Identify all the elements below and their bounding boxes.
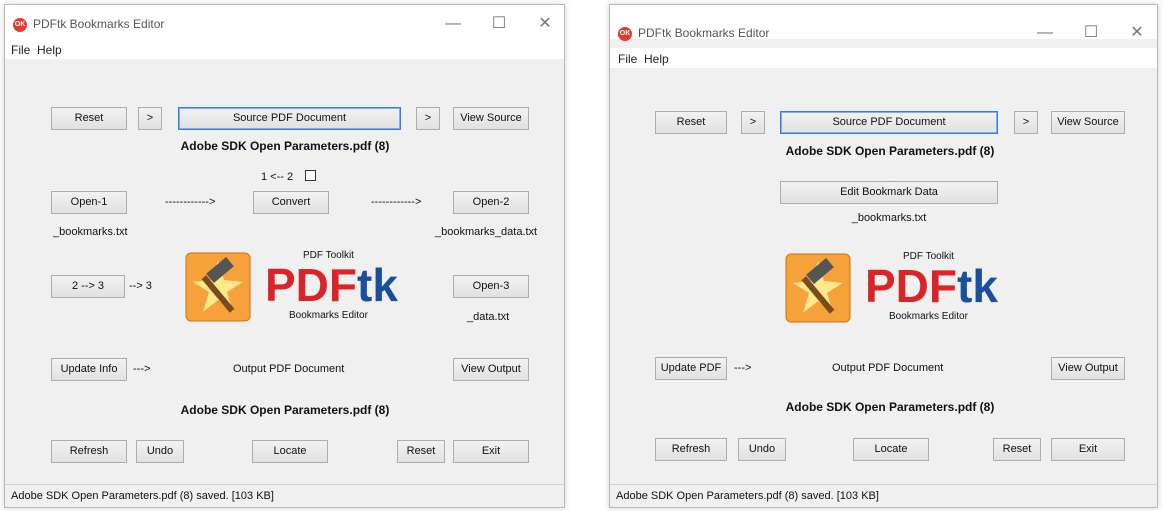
window-title: PDFtk Bookmarks Editor	[33, 17, 165, 31]
view-output-button[interactable]: View Output	[1051, 357, 1125, 380]
edit-bookmark-data-button[interactable]: Edit Bookmark Data	[780, 181, 998, 204]
hammer-logo-icon	[185, 252, 251, 322]
update-arrow: --->	[133, 363, 151, 375]
logo-subtitle: Bookmarks Editor	[289, 310, 368, 321]
update-pdf-button[interactable]: Update PDF	[655, 357, 727, 380]
menu-help[interactable]: Help	[37, 43, 62, 57]
minimize-icon[interactable]: —	[1030, 22, 1060, 44]
view-arrow-button[interactable]: >	[416, 107, 440, 130]
logo-tk-text: tk	[957, 260, 998, 312]
arrow-to-convert: ------------>	[165, 196, 216, 208]
source-filename: Adobe SDK Open Parameters.pdf (8)	[180, 139, 390, 153]
logo-pdf-text: PDF	[865, 260, 957, 312]
menu-bar: File Help	[610, 48, 1157, 68]
title-bar: OK PDFtk Bookmarks Editor — ☐ ✕	[610, 5, 1157, 41]
data-filename: _data.txt	[467, 311, 510, 323]
reset-bottom-button[interactable]: Reset	[993, 438, 1041, 461]
update-arrow: --->	[734, 362, 752, 374]
direction-checkbox[interactable]	[305, 170, 316, 181]
left-window: OK PDFtk Bookmarks Editor — ☐ ✕ File Hel…	[4, 4, 565, 508]
locate-button[interactable]: Locate	[252, 440, 328, 463]
exit-button[interactable]: Exit	[1051, 438, 1125, 461]
refresh-button[interactable]: Refresh	[655, 438, 727, 461]
title-bar: OK PDFtk Bookmarks Editor — ☐ ✕	[5, 5, 564, 39]
logo-tk-text: tk	[357, 259, 398, 311]
pdftk-app-icon: OK	[13, 18, 27, 32]
open-2-button[interactable]: Open-2	[453, 191, 529, 214]
minimize-icon[interactable]: —	[438, 13, 468, 35]
reset-button[interactable]: Reset	[655, 111, 727, 134]
close-icon[interactable]: ✕	[1122, 22, 1152, 44]
source-pdf-button[interactable]: Source PDF Document	[780, 111, 998, 134]
view-source-button[interactable]: View Source	[1051, 111, 1125, 134]
status-text: Adobe SDK Open Parameters.pdf (8) saved.…	[616, 490, 879, 502]
menu-file[interactable]: File	[618, 52, 637, 66]
reset-bottom-button[interactable]: Reset	[397, 440, 445, 463]
to-three-label: --> 3	[129, 280, 152, 292]
logo-wordmark: PDFtk	[265, 262, 398, 308]
source-arrow-button[interactable]: >	[741, 111, 765, 134]
maximize-icon[interactable]: ☐	[1076, 22, 1106, 44]
view-output-button[interactable]: View Output	[453, 358, 529, 381]
undo-button[interactable]: Undo	[738, 438, 786, 461]
bookmarks-filename: _bookmarks.txt	[851, 212, 927, 224]
status-bar: Adobe SDK Open Parameters.pdf (8) saved.…	[610, 484, 1157, 507]
undo-button[interactable]: Undo	[136, 440, 184, 463]
hammer-logo-icon	[785, 253, 851, 323]
refresh-button[interactable]: Refresh	[51, 440, 127, 463]
logo-subtitle: Bookmarks Editor	[889, 311, 968, 322]
arrow-from-convert: ------------>	[371, 196, 422, 208]
pdftk-app-icon: OK	[618, 27, 632, 41]
right-window: OK PDFtk Bookmarks Editor — ☐ ✕ File Hel…	[609, 4, 1158, 508]
source-arrow-button[interactable]: >	[138, 107, 162, 130]
output-label: Output PDF Document	[832, 362, 944, 374]
logo-pdf-text: PDF	[265, 259, 357, 311]
update-info-button[interactable]: Update Info	[51, 358, 127, 381]
open-1-button[interactable]: Open-1	[51, 191, 127, 214]
menu-bar: File Help	[5, 39, 564, 59]
pdftk-logo: PDF Toolkit PDFtk Bookmarks Editor	[185, 248, 405, 328]
locate-button[interactable]: Locate	[853, 438, 929, 461]
source-filename: Adobe SDK Open Parameters.pdf (8)	[785, 144, 995, 158]
window-title: PDFtk Bookmarks Editor	[638, 26, 770, 40]
maximize-icon[interactable]: ☐	[484, 13, 514, 35]
open-3-button[interactable]: Open-3	[453, 275, 529, 298]
menu-file[interactable]: File	[11, 43, 30, 57]
bookmarks-filename: _bookmarks.txt	[53, 226, 128, 238]
output-filename: Adobe SDK Open Parameters.pdf (8)	[785, 400, 995, 414]
output-filename: Adobe SDK Open Parameters.pdf (8)	[180, 403, 390, 417]
convert-button[interactable]: Convert	[253, 191, 329, 214]
source-pdf-button[interactable]: Source PDF Document	[178, 107, 401, 130]
bookmarks-data-filename: _bookmarks_data.txt	[435, 226, 538, 238]
pdftk-logo: PDF Toolkit PDFtk Bookmarks Editor	[785, 249, 1005, 329]
menu-help[interactable]: Help	[644, 52, 669, 66]
direction-label: 1 <-- 2	[261, 171, 294, 183]
output-label: Output PDF Document	[233, 363, 345, 375]
logo-wordmark: PDFtk	[865, 263, 998, 309]
status-bar: Adobe SDK Open Parameters.pdf (8) saved.…	[5, 484, 564, 507]
close-icon[interactable]: ✕	[530, 13, 560, 35]
two-to-three-button[interactable]: 2 --> 3	[51, 275, 125, 298]
status-text: Adobe SDK Open Parameters.pdf (8) saved.…	[11, 490, 274, 502]
view-arrow-button[interactable]: >	[1014, 111, 1038, 134]
exit-button[interactable]: Exit	[453, 440, 529, 463]
view-source-button[interactable]: View Source	[453, 107, 529, 130]
reset-button[interactable]: Reset	[51, 107, 127, 130]
